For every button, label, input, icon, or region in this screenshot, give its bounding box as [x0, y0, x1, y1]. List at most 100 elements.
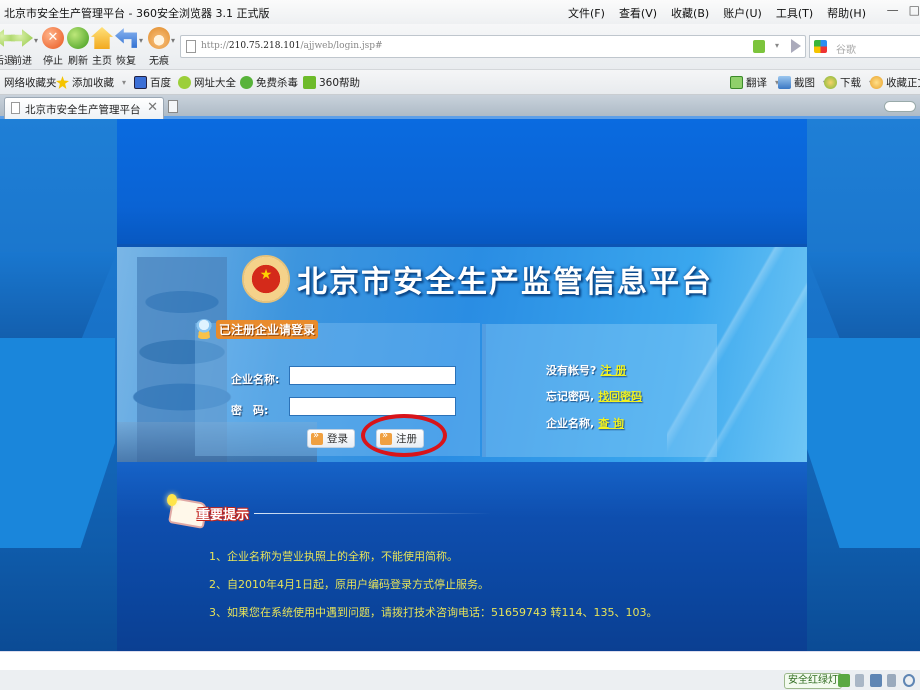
right-bevel — [805, 252, 920, 338]
right-decoration — [805, 119, 920, 651]
restore-button[interactable]: □ — [909, 3, 920, 17]
menu-bar: 文件(F) 查看(V) 收藏(B) 账户(U) 工具(T) 帮助(H) — [568, 5, 866, 21]
arrow-icon — [380, 430, 392, 445]
antivirus-icon — [240, 76, 253, 89]
incognito-dropdown-icon[interactable]: ▾ — [171, 36, 175, 45]
page-viewport: 北京市安全生产监管信息平台 已注册企业请登录 企业名称: 密 码: 登录 注册 … — [0, 119, 920, 651]
company-name-input[interactable] — [290, 367, 455, 384]
security-light-badge[interactable]: 安全红绿灯 — [784, 673, 842, 689]
header-blank-area — [117, 119, 807, 244]
tab-list-toggle[interactable] — [884, 101, 916, 112]
login-heading-text: 已注册企业请登录 — [216, 319, 319, 339]
baidu-icon — [134, 76, 147, 89]
security-status-icon[interactable] — [753, 40, 765, 53]
history-dropdown-icon[interactable]: ▾ — [34, 36, 38, 45]
page-icon — [11, 102, 20, 114]
company-name-field[interactable] — [289, 366, 456, 385]
notice-item: 2、自2010年4月1日起，原用户编码登录方式停止服务。 — [209, 578, 489, 591]
query-link[interactable]: 查 询 — [598, 417, 624, 430]
incognito-button[interactable]: 无痕 — [145, 27, 173, 67]
tab-active[interactable]: 北京市安全生产管理平台 ✕ — [4, 97, 164, 119]
address-bar[interactable]: http://210.75.218.101/ajjweb/login.jsp# … — [180, 35, 806, 58]
stop-button[interactable]: 停止 — [39, 27, 67, 67]
register-link[interactable]: 注 册 — [600, 364, 626, 377]
search-box[interactable]: 谷歌 — [809, 35, 920, 58]
tool-label: 收藏正文 — [886, 77, 920, 89]
no-account-text: 没有帐号? — [546, 364, 597, 377]
address-url[interactable]: http://210.75.218.101/ajjweb/login.jsp# — [201, 41, 383, 51]
address-dropdown-icon[interactable]: ▾ — [775, 41, 779, 50]
login-button[interactable]: 登录 — [307, 429, 355, 448]
notice-item: 3、如果您在系统使用中遇到问题，请拨打技术咨询电话：51659743 转114、… — [209, 606, 658, 619]
company-query-row: 企业名称, 查 询 — [546, 415, 624, 431]
lightbulb — [167, 494, 177, 506]
site-title: 北京市安全生产监管信息平台 — [297, 265, 713, 300]
restore-tab-button[interactable]: 恢复 — [112, 27, 140, 67]
login-button-label: 登录 — [327, 433, 348, 445]
fav-label: 免费杀毒 — [256, 77, 298, 89]
menu-help[interactable]: 帮助(H) — [827, 5, 866, 21]
forward-button[interactable]: 前进 — [8, 27, 36, 67]
tab-bar: 北京市安全生产管理平台 ✕ — [0, 95, 920, 119]
notice-divider — [254, 513, 491, 514]
translate-icon — [730, 76, 743, 89]
window-icon[interactable] — [870, 674, 882, 687]
menu-tools[interactable]: 工具(T) — [776, 5, 813, 21]
bookmark-text-icon — [870, 76, 883, 89]
forward-arrow-icon — [11, 29, 33, 47]
restore-dropdown-icon[interactable]: ▾ — [139, 36, 143, 45]
menu-file[interactable]: 文件(F) — [568, 5, 605, 21]
home-icon — [91, 27, 113, 49]
go-icon[interactable] — [791, 39, 801, 53]
title-bar: 北京市安全生产管理平台 - 360安全浏览器 3.1 正式版 文件(F) 查看(… — [0, 0, 920, 24]
tool-label: 翻译 — [746, 77, 767, 89]
fav-antivirus[interactable]: 免费杀毒 — [240, 75, 298, 90]
undo-icon — [115, 28, 137, 48]
security-shield-icon[interactable] — [838, 674, 850, 687]
download-icon — [824, 76, 837, 89]
minimize-button[interactable]: — — [887, 3, 899, 17]
window-controls: — □ — [887, 3, 920, 17]
fav-360-help[interactable]: 360帮助 — [303, 75, 360, 90]
fav-label: 百度 — [150, 77, 171, 89]
url-host: 210.75.218.101 — [228, 41, 301, 51]
chevron-down-icon[interactable]: ▾ — [122, 78, 126, 87]
search-placeholder: 谷歌 — [836, 45, 856, 56]
notice-item: 1、企业名称为营业执照上的全称，不能使用简称。 — [209, 550, 458, 563]
new-tab-icon[interactable] — [168, 100, 178, 113]
paw-icon — [148, 27, 170, 49]
account-help-panel: 没有帐号? 注 册 忘记密码, 找回密码 企业名称, 查 询 — [482, 324, 717, 457]
incognito-label: 无痕 — [149, 56, 169, 67]
stop-label: 停止 — [43, 56, 63, 67]
register-button[interactable]: 注册 — [376, 429, 424, 448]
tool-screenshot[interactable]: 截图 ▾ — [778, 75, 827, 90]
user-icon — [195, 319, 213, 339]
menu-favorites[interactable]: 收藏(B) — [671, 5, 709, 21]
tool-download[interactable]: 下载 ▾ — [824, 75, 873, 90]
fav-add-favorite[interactable]: 添加收藏 ▾ — [56, 75, 126, 90]
left-bevel — [0, 252, 117, 338]
password-field[interactable] — [289, 397, 456, 416]
recover-password-link[interactable]: 找回密码 — [598, 390, 642, 403]
tool-translate[interactable]: 翻译 ▾ — [730, 75, 779, 90]
network-icon[interactable] — [855, 674, 864, 687]
login-heading: 已注册企业请登录 — [195, 319, 319, 339]
login-banner: 北京市安全生产监管信息平台 已注册企业请登录 企业名称: 密 码: 登录 注册 … — [117, 244, 807, 465]
tool-bookmark-text[interactable]: 收藏正文 — [870, 75, 920, 90]
search-engine-icon[interactable] — [814, 40, 827, 53]
register-button-label: 注册 — [396, 433, 417, 445]
fav-web-directory[interactable]: 网址大全 — [178, 75, 236, 90]
fav-network-favorites[interactable]: 网络收藏夹 — [4, 75, 57, 90]
menu-view[interactable]: 查看(V) — [619, 5, 657, 21]
zoom-icon[interactable] — [903, 674, 915, 687]
fav-label: 网络收藏夹 — [4, 77, 57, 89]
fav-baidu[interactable]: 百度 — [134, 75, 171, 90]
company-name-label: 企业名称: — [231, 373, 280, 386]
help-icon — [303, 76, 316, 89]
close-tab-icon[interactable]: ✕ — [147, 100, 158, 115]
menu-account[interactable]: 账户(U) — [723, 5, 762, 21]
restore-label: 恢复 — [116, 56, 136, 67]
password-input[interactable] — [290, 398, 455, 415]
password-label: 密 码: — [231, 404, 269, 417]
volume-icon[interactable] — [887, 674, 896, 687]
